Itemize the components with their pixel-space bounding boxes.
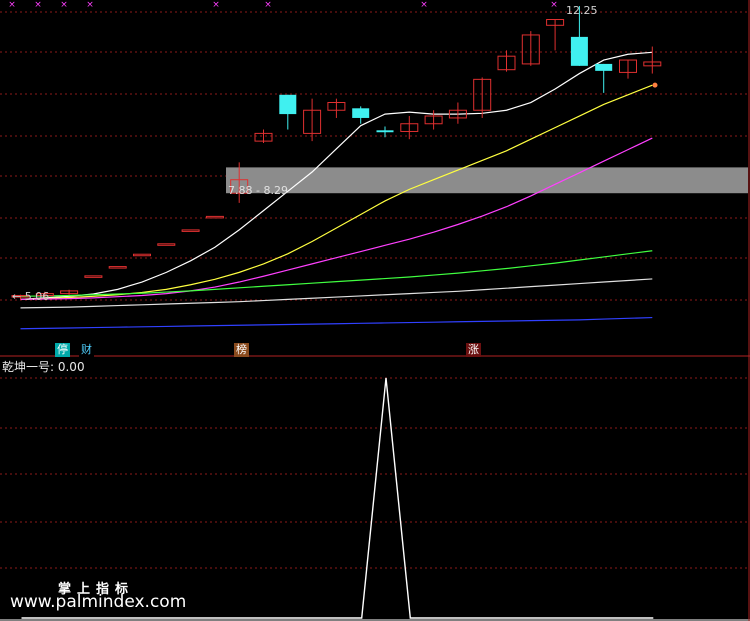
- event-marker: ×: [212, 0, 220, 10]
- site-url: www.palmindex.com: [10, 592, 187, 612]
- candle: [181, 229, 200, 232]
- candle: [84, 275, 103, 278]
- candle: [595, 63, 613, 71]
- badge-ting[interactable]: 停: [55, 343, 70, 357]
- high-price-label: 12.25: [566, 4, 598, 17]
- event-marker: ×: [86, 0, 94, 10]
- candle: [279, 94, 297, 115]
- ma20-line: [20, 137, 653, 300]
- candle: [570, 36, 588, 66]
- badge-cai[interactable]: 财: [79, 343, 94, 357]
- candle: [108, 266, 127, 269]
- event-marker: ×: [60, 0, 68, 10]
- candle: [352, 108, 370, 118]
- last-price-dot: [652, 82, 658, 88]
- candle: [376, 130, 394, 133]
- event-marker: ×: [34, 0, 42, 10]
- event-marker: ×: [8, 0, 16, 10]
- event-marker: ×: [420, 0, 428, 10]
- event-marker: ×: [550, 0, 558, 10]
- low-price-label: ← 5.06: [12, 290, 50, 303]
- candle: [133, 253, 151, 257]
- ma250-line: [20, 316, 653, 330]
- ma120-line: [20, 278, 653, 309]
- indicator-title: 乾坤一号: 0.00: [2, 360, 85, 374]
- event-marker: ×: [264, 0, 272, 10]
- kline-chart: × × × × × × × ×: [0, 0, 750, 621]
- badge-zhang[interactable]: 涨: [466, 343, 481, 357]
- zone-range-label: 7.88 - 8.29: [228, 184, 288, 197]
- badge-bang[interactable]: 榜: [234, 343, 249, 357]
- candle: [205, 215, 224, 219]
- candle: [157, 243, 176, 246]
- price-zone-band: [226, 167, 748, 194]
